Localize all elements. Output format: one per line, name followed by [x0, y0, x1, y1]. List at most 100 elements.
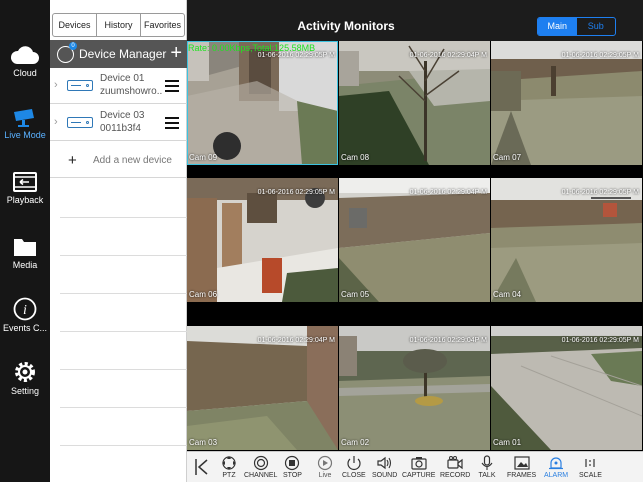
camera-timestamp: 01-06-2016 02:29:04P M [409, 189, 487, 196]
capture-button[interactable]: CAPTURE [402, 455, 435, 479]
tab-history[interactable]: History [97, 14, 141, 36]
camera-grid: Rate: 0.00Kbps,Total:125.58MB 01-06-2016… [187, 41, 643, 451]
device-name: Device 01 zuumshowro... [100, 73, 162, 97]
camera-tile[interactable]: 01-06-2016 02:29:04P M Cam 02 [339, 326, 490, 450]
info-icon: i [13, 297, 37, 321]
hamburger-menu-icon[interactable] [165, 80, 179, 95]
camera-tile[interactable]: 01-06-2016 02:29:05P M Cam 09 [187, 41, 338, 165]
stop-button[interactable]: STOP [283, 455, 302, 479]
camera-timestamp: 01-06-2016 02:29:04P M [409, 52, 487, 59]
stream-selector: Main Sub [537, 17, 616, 36]
alarm-button[interactable]: ALARM [544, 455, 568, 479]
ptz-icon [222, 456, 236, 470]
sidebar-item-live-mode[interactable]: Live Mode [0, 106, 50, 140]
device-row[interactable]: › Device 03 0011b3f4 [50, 105, 187, 141]
camera-tile[interactable]: 01-06-2016 02:29:05P M Cam 04 [491, 178, 642, 302]
chevron-right-icon[interactable]: › [54, 79, 58, 91]
close-label: CLOSE [342, 472, 366, 479]
scale-button[interactable]: SCALE [579, 455, 602, 479]
sidebar-label: Live Mode [4, 130, 46, 140]
scale-label: SCALE [579, 472, 602, 479]
camera-name: Cam 01 [493, 438, 522, 447]
sound-button[interactable]: SOUND [372, 455, 397, 479]
page-title: Activity Monitors [297, 19, 395, 33]
sidebar-label: Playback [6, 195, 44, 205]
svg-text:i: i [23, 303, 27, 318]
list-divider [60, 407, 187, 408]
sidebar-item-playback[interactable]: Playback [0, 171, 50, 205]
ptz-label: PTZ [222, 472, 236, 479]
control-toolbar: PTZ CHANNEL STOP Live CLOSE SOUND CAPTUR… [187, 451, 643, 482]
add-new-device-label: Add a new device [93, 155, 172, 166]
camera-timestamp: 01-06-2016 02:29:05P M [561, 52, 639, 59]
list-divider [60, 445, 187, 446]
camera-name: Cam 09 [189, 153, 218, 162]
camera-tile[interactable]: 01-06-2016 02:29:04P M Cam 03 [187, 326, 338, 450]
gear-icon [15, 362, 35, 382]
channel-button[interactable]: CHANNEL [244, 455, 277, 479]
camera-tile[interactable]: 01-06-2016 02:29:04P M Cam 08 [339, 41, 490, 165]
sidebar-item-setting[interactable]: Setting [0, 360, 50, 396]
sidebar-item-media[interactable]: Media [0, 236, 50, 270]
stream-main-button[interactable]: Main [538, 18, 577, 35]
microphone-icon [481, 455, 493, 470]
camera-timestamp: 01-06-2016 02:29:04P M [257, 337, 335, 344]
device-manager-title: Device Manager [79, 47, 167, 61]
device-manager-header: 0 Device Manager + [50, 40, 187, 68]
speaker-icon [377, 456, 391, 470]
camera-name: Cam 08 [341, 153, 370, 162]
app-window: Cloud Live Mode Playback Media i Events … [0, 0, 643, 482]
dvr-device-icon [67, 80, 93, 91]
film-icon [13, 172, 37, 192]
camera-tile[interactable]: 01-06-2016 02:29:05P M Cam 07 [491, 41, 642, 165]
sidebar-item-cloud[interactable]: Cloud [0, 44, 50, 78]
talk-label: TALK [478, 472, 496, 479]
sidebar-label: Media [12, 260, 38, 270]
tab-devices[interactable]: Devices [53, 14, 97, 36]
camera-timestamp: 01-06-2016 02:29:05P M [257, 52, 335, 59]
camera-icon [14, 109, 34, 127]
camera-name: Cam 07 [493, 153, 522, 162]
add-new-device-row[interactable]: + Add a new device [50, 144, 187, 178]
live-button[interactable]: Live [316, 455, 334, 479]
collapse-panel-button[interactable] [193, 457, 209, 478]
stop-icon [285, 455, 300, 471]
main-sidebar: Cloud Live Mode Playback Media i Events … [0, 0, 50, 482]
list-divider [60, 331, 187, 332]
camera-name: Cam 05 [341, 290, 370, 299]
dvr-device-icon [67, 117, 93, 128]
close-button[interactable]: CLOSE [342, 455, 366, 479]
capture-label: CAPTURE [402, 472, 436, 479]
stream-sub-button[interactable]: Sub [577, 18, 616, 35]
plus-icon: + [68, 152, 77, 169]
camera-tile[interactable]: 01-06-2016 02:29:04P M Cam 05 [339, 178, 490, 302]
camera-name: Cam 03 [189, 438, 218, 447]
add-device-plus-button[interactable]: + [170, 42, 182, 64]
frames-icon [513, 456, 530, 470]
list-divider [60, 217, 187, 218]
ptz-button[interactable]: PTZ [220, 455, 238, 479]
list-divider [60, 255, 187, 256]
camera-tile[interactable]: 01-06-2016 02:29:05P M Cam 06 [187, 178, 338, 302]
channel-label: CHANNEL [244, 472, 278, 479]
record-button[interactable]: RECORD [440, 455, 470, 479]
camera-timestamp: 01-06-2016 02:29:05P M [257, 189, 335, 196]
sidebar-label: Setting [10, 386, 40, 396]
device-tabs: Devices History Favorites [52, 13, 185, 37]
camera-timestamp: 01-06-2016 02:29:05P M [561, 189, 639, 196]
hamburger-menu-icon[interactable] [165, 117, 179, 132]
talk-button[interactable]: TALK [478, 455, 496, 479]
chevron-right-icon[interactable]: › [54, 116, 58, 128]
frames-button[interactable]: FRAMES [507, 455, 536, 479]
device-name: Device 03 0011b3f4 [100, 110, 145, 134]
record-label: RECORD [440, 472, 471, 479]
sidebar-item-events[interactable]: i Events C... [0, 297, 50, 333]
tab-favorites[interactable]: Favorites [141, 14, 184, 36]
device-row[interactable]: › Device 01 zuumshowro... [50, 68, 187, 104]
list-divider [60, 369, 187, 370]
alarm-icon [549, 457, 564, 470]
camera-tile[interactable]: 01-06-2016 02:29:05P M Cam 01 [491, 326, 642, 450]
cloud-icon [10, 46, 39, 64]
camera-name: Cam 02 [341, 438, 370, 447]
camera-timestamp: 01-06-2016 02:29:04P M [409, 337, 487, 344]
